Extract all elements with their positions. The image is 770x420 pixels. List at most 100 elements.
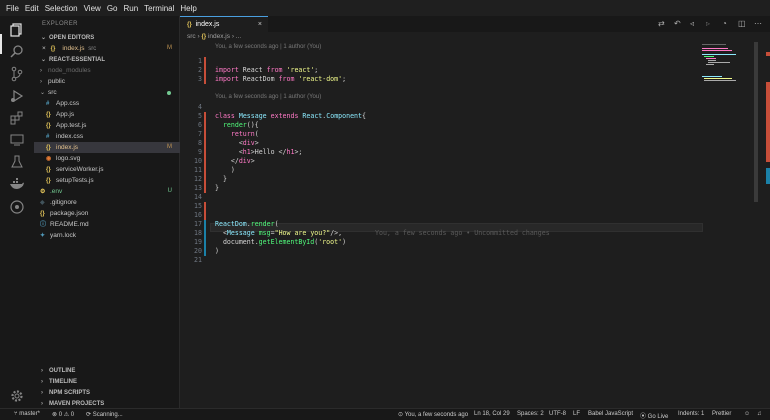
gitlens-icon[interactable] [9, 199, 25, 215]
code-line[interactable]: 15 [180, 202, 740, 211]
code-line[interactable]: 10 </div> [180, 157, 740, 166]
code-line[interactable]: 20) [180, 247, 740, 256]
code-line[interactable]: 7 return( [180, 130, 740, 139]
line-number: 8 [198, 139, 202, 147]
codelens-blame-2[interactable]: You, a few seconds ago | 1 author (You) [215, 94, 321, 100]
file-item[interactable]: {} setupTests.js [34, 175, 180, 186]
file-item[interactable]: # index.css [34, 131, 180, 142]
line-number: 4 [198, 103, 202, 111]
folder-item[interactable]: › node_modules [34, 65, 180, 76]
file-item[interactable]: {} serviceWorker.js [34, 164, 180, 175]
source-control-diff-icon[interactable]: ⇄ [658, 20, 666, 28]
line-number: 16 [194, 211, 202, 219]
next-change-icon[interactable]: ▹ [706, 20, 714, 28]
timeline-section[interactable]: › TIMELINE [34, 377, 180, 387]
menu-edit[interactable]: Edit [25, 4, 39, 13]
code-line[interactable]: 2 import React from 'react'; [180, 66, 740, 75]
folder-item[interactable]: › public [34, 76, 180, 87]
js-file-icon: {} [201, 34, 207, 40]
docker-icon[interactable] [9, 176, 25, 192]
code-line[interactable]: 1 [180, 57, 740, 66]
code-line[interactable]: 13} [180, 184, 740, 193]
tab-index-js[interactable]: {} index.js × [180, 16, 268, 32]
feedback-icon[interactable]: ☺ [744, 411, 750, 417]
previous-change-icon[interactable]: ◃ [690, 20, 698, 28]
file-item[interactable]: ⚙ .env U [34, 186, 180, 197]
open-editor-item[interactable]: × {} index.js src M [34, 43, 180, 54]
file-item[interactable]: ✦ yarn.lock [34, 230, 180, 241]
tab-bar: {} index.js × ⇄ ↶ ◃ ▹ ◔ ◫ ⋯ [180, 16, 770, 32]
close-editor-icon[interactable]: × [34, 45, 46, 52]
branch-status[interactable]: ⑂ master* [14, 411, 40, 417]
split-editor-icon[interactable]: ◫ [738, 20, 746, 28]
settings-gear-icon[interactable] [9, 388, 25, 404]
file-item[interactable]: {} App.js [34, 109, 180, 120]
project-folder-header[interactable]: ⌄ REACT-ESSENTIAL [34, 55, 180, 65]
language-status[interactable]: Babel JavaScript [588, 411, 633, 417]
code-line[interactable]: 5 class Message extends React.Component{ [180, 112, 740, 121]
file-item[interactable]: {} App.test.js [34, 120, 180, 131]
file-item[interactable]: # App.css [34, 98, 180, 109]
file-item[interactable]: ◉ logo.svg [34, 153, 180, 164]
menu-terminal[interactable]: Terminal [144, 4, 174, 13]
close-tab-icon[interactable]: × [258, 17, 262, 32]
remote-explorer-icon[interactable] [9, 132, 25, 148]
menu-view[interactable]: View [84, 4, 101, 13]
code-line[interactable]: 12 } [180, 175, 740, 184]
code-line[interactable]: 21 [180, 256, 740, 265]
breadcrumb[interactable]: src › {} index.js › ... [187, 33, 241, 40]
git-gutter-marker [204, 112, 206, 121]
file-name: index.js [56, 144, 79, 151]
eol-status[interactable]: LF [573, 411, 580, 417]
run-debug-icon[interactable] [9, 88, 25, 104]
go-back-icon[interactable]: ↶ [674, 20, 682, 28]
minimap[interactable] [702, 42, 760, 408]
code-line[interactable]: 17 ReactDom.render( [180, 220, 740, 229]
line-number: 17 [194, 220, 202, 228]
testing-icon[interactable] [9, 154, 25, 170]
menu-file[interactable]: File [6, 4, 19, 13]
file-item[interactable]: ⓘ README.md [34, 219, 180, 230]
line-number: 13 [194, 184, 202, 192]
code-line[interactable]: 18 <Message msg="How are you?"/>, You, a … [180, 229, 740, 238]
menu-selection[interactable]: Selection [45, 4, 78, 13]
indents-status[interactable]: Indents: 1 [678, 411, 704, 417]
file-type-icon: ✦ [40, 233, 46, 239]
menu-go[interactable]: Go [107, 4, 118, 13]
codelens-blame-1[interactable]: You, a few seconds ago | 1 author (You) [215, 44, 321, 50]
problems-status[interactable]: ⊗ 0 ⚠ 0 [52, 411, 74, 418]
open-changes-icon[interactable]: ◔ [722, 20, 730, 28]
blame-status[interactable]: ⊙ You, a few seconds ago [398, 411, 468, 418]
menu-run[interactable]: Run [123, 4, 138, 13]
code-line[interactable]: 14 [180, 193, 740, 202]
file-item[interactable]: {} package.json [34, 208, 180, 219]
code-line[interactable]: 16 [180, 211, 740, 220]
notifications-icon[interactable]: ♫ [757, 411, 762, 417]
code-line[interactable]: 11 ) [180, 166, 740, 175]
code-line[interactable]: 4 [180, 103, 740, 112]
modified-badge: M [167, 45, 172, 51]
code-line[interactable]: 19 document.getElementById('root') [180, 238, 740, 247]
file-item[interactable]: {} index.js M [34, 142, 180, 153]
outline-section[interactable]: › OUTLINE [34, 366, 180, 376]
line-number: 18 [194, 229, 202, 237]
go-live-status[interactable]: ⦿ Go Live [640, 411, 668, 420]
explorer-icon[interactable] [9, 22, 25, 38]
code-line[interactable]: 3 import ReactDom from 'react-dom'; [180, 75, 740, 84]
search-icon[interactable] [9, 44, 25, 60]
code-line[interactable]: 9 <h1>Hello </h1>; [180, 148, 740, 157]
more-actions-icon[interactable]: ⋯ [754, 20, 762, 28]
prettier-status[interactable]: Prettier [712, 411, 731, 417]
file-item[interactable]: ◆ .gitignore [34, 197, 180, 208]
open-editors-header[interactable]: ⌄ OPEN EDITORS [34, 33, 180, 43]
indentation-status[interactable]: Spaces: 2 [517, 411, 544, 417]
menu-help[interactable]: Help [180, 4, 196, 13]
code-line[interactable]: 6 render(){ [180, 121, 740, 130]
source-control-icon[interactable] [9, 66, 25, 82]
folder-item[interactable]: ⌄ src [34, 87, 180, 98]
code-line[interactable]: 8 <div> [180, 139, 740, 148]
npm-scripts-section[interactable]: › NPM SCRIPTS [34, 388, 180, 398]
cursor-position-status[interactable]: Ln 18, Col 29 [474, 411, 510, 417]
extensions-icon[interactable] [9, 110, 25, 126]
encoding-status[interactable]: UTF-8 [549, 411, 566, 417]
